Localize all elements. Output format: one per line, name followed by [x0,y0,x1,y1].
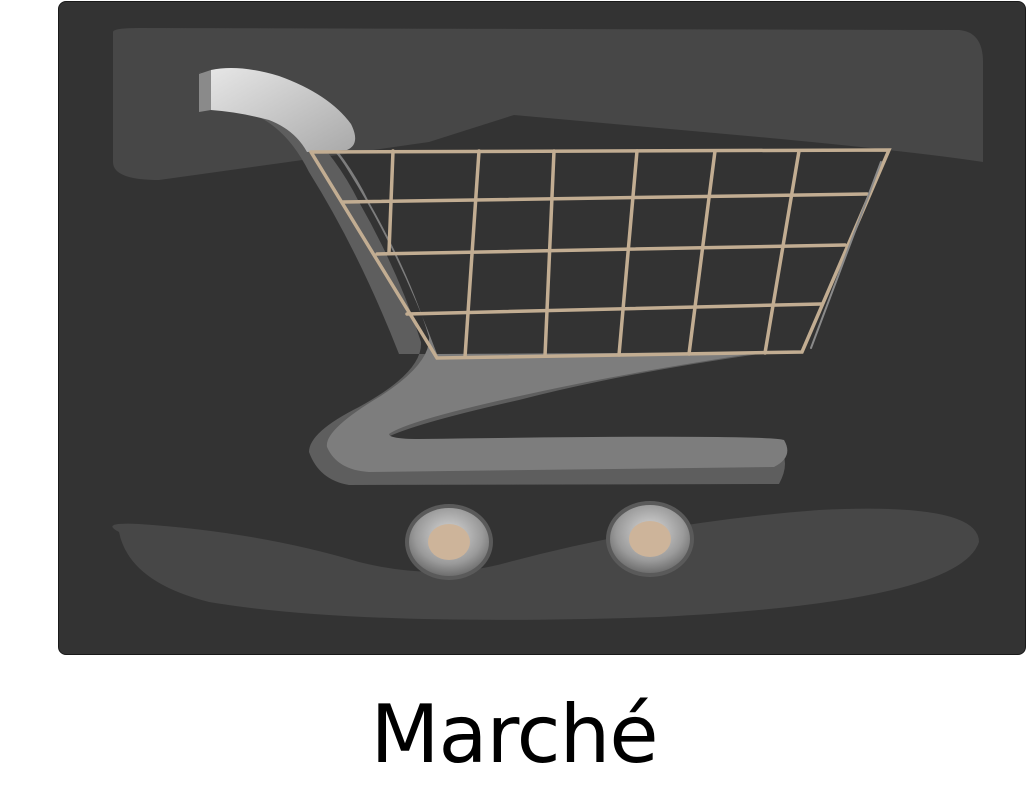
bottom-reflection [112,508,980,620]
shopping-cart-tile[interactable] [58,1,1026,655]
wheel-right [606,501,694,577]
icon-tile[interactable]: Marché [0,0,1028,789]
shopping-cart-icon [112,28,983,620]
wheel-left [405,504,493,580]
cart-frame-shadow [199,72,799,485]
cart-handle-shadow [199,70,211,112]
tile-caption: Marché [370,688,658,781]
